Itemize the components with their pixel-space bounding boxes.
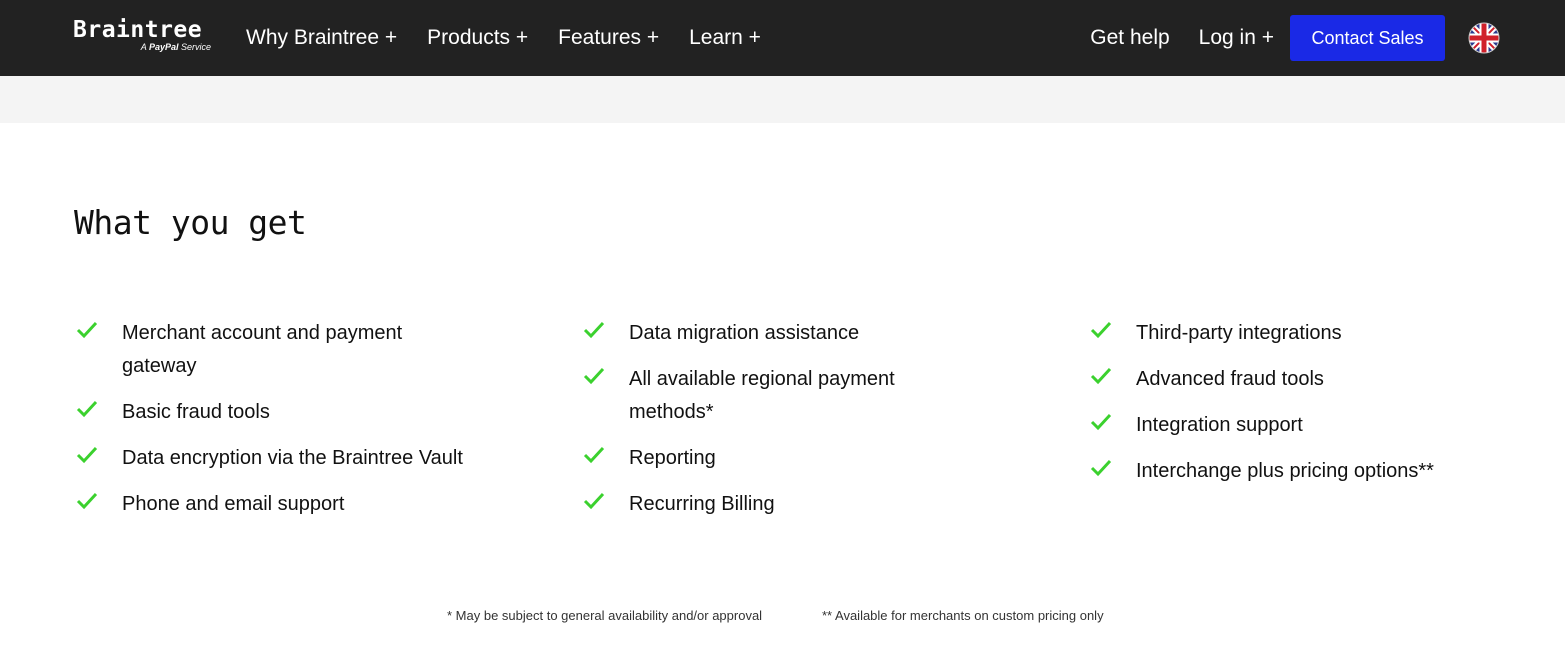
list-item: Reporting [581,442,1001,475]
check-icon [76,446,98,464]
list-item: Recurring Billing [581,488,1001,521]
nav-why-braintree[interactable]: Why Braintree + [246,26,397,50]
logo-wordmark: Braintree [73,17,203,43]
logo-tagline-brand: PayPal [148,42,179,52]
contact-sales-button[interactable]: Contact Sales [1290,15,1445,61]
check-icon [583,367,605,385]
logo-tagline-a: A [140,42,147,52]
feature-text: Integration support [1136,414,1303,436]
feature-column-1: Merchant account and payment gateway Bas… [74,317,494,534]
check-icon [1090,413,1112,431]
list-item: Interchange plus pricing options** [1088,455,1508,488]
section-heading: What you get [74,203,307,242]
check-icon [76,321,98,339]
list-item: Basic fraud tools [74,396,494,429]
check-icon [583,321,605,339]
feature-text: All available regional payment methods* [629,368,895,423]
feature-column-3: Third-party integrations Advanced fraud … [1088,317,1508,501]
feature-text: Recurring Billing [629,493,775,515]
list-item: Data encryption via the Braintree Vault [74,442,494,475]
list-item: Data migration assistance [581,317,1001,350]
check-icon [1090,321,1112,339]
list-item: Third-party integrations [1088,317,1508,350]
top-navigation-bar: Braintree A PayPal Service Why Braintree… [0,0,1565,76]
footnote-availability: * May be subject to general availability… [447,608,763,623]
feature-text: Phone and email support [122,493,345,515]
feature-text: Interchange plus pricing options** [1136,460,1434,482]
feature-text: Third-party integrations [1136,322,1342,344]
feature-text: Merchant account and payment gateway [122,322,403,377]
nav-learn[interactable]: Learn + [689,26,761,50]
secondary-nav: Get help Log in + Contact Sales [1090,0,1565,76]
check-icon [76,400,98,418]
nav-products[interactable]: Products + [427,26,528,50]
feature-text: Basic fraud tools [122,401,270,423]
feature-text: Reporting [629,447,716,469]
list-item: All available regional payment methods* [581,363,1001,429]
logo-tagline-service: Service [180,42,211,52]
login-menu[interactable]: Log in + [1199,26,1274,50]
feature-text: Data encryption via the Braintree Vault [122,447,463,469]
nav-features[interactable]: Features + [558,26,659,50]
feature-text: Advanced fraud tools [1136,368,1324,390]
list-item: Integration support [1088,409,1508,442]
grey-band [0,76,1565,123]
feature-column-2: Data migration assistance All available … [581,317,1001,534]
check-icon [583,446,605,464]
feature-text: Data migration assistance [629,322,860,344]
check-icon [76,492,98,510]
list-item: Merchant account and payment gateway [74,317,494,383]
uk-flag-icon[interactable] [1468,22,1500,54]
list-item: Phone and email support [74,488,494,521]
logo-tagline: A PayPal Service [141,42,211,52]
check-icon [1090,367,1112,385]
check-icon [1090,459,1112,477]
braintree-logo[interactable]: Braintree A PayPal Service [73,17,213,57]
check-icon [583,492,605,510]
footnote-custom-pricing: ** Available for merchants on custom pri… [822,608,1104,623]
list-item: Advanced fraud tools [1088,363,1508,396]
primary-nav: Why Braintree + Products + Features + Le… [246,0,791,76]
get-help-link[interactable]: Get help [1090,26,1169,50]
